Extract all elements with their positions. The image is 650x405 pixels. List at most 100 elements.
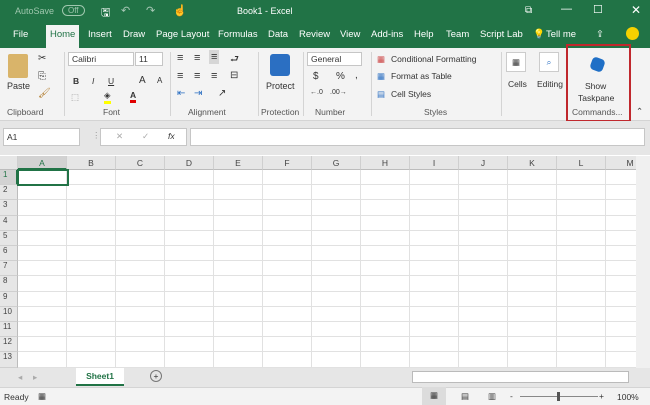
comma-button[interactable]: ,	[355, 70, 358, 81]
autosave-toggle[interactable]: Off	[62, 5, 85, 16]
decrease-indent-icon[interactable]: ⇤	[177, 88, 185, 99]
shrink-font-button[interactable]: A	[157, 76, 162, 85]
zoom-slider-thumb[interactable]	[557, 392, 560, 401]
minimize-button[interactable]: —	[561, 3, 572, 15]
row-header[interactable]: 4	[0, 215, 18, 231]
align-right-icon[interactable]: ≡	[211, 70, 217, 82]
tell-me-search[interactable]: Tell me	[546, 29, 576, 40]
cancel-icon[interactable]: ✕	[116, 131, 123, 142]
new-sheet-button[interactable]: +	[150, 370, 162, 382]
align-center-icon[interactable]: ≡	[194, 70, 200, 82]
wrap-text-icon[interactable]: ⮐	[230, 52, 239, 69]
merge-center-icon[interactable]: ⊟	[230, 70, 238, 81]
column-header[interactable]: E	[214, 156, 263, 170]
row-header[interactable]: 10	[0, 306, 18, 322]
bold-button[interactable]: B	[73, 76, 79, 86]
font-color-button[interactable]: A	[130, 90, 137, 103]
maximize-button[interactable]: ☐	[593, 3, 603, 16]
row-header[interactable]: 1	[0, 170, 18, 186]
row-header[interactable]: 5	[0, 230, 18, 246]
italic-button[interactable]: I	[92, 76, 94, 86]
redo-icon[interactable]: ↷	[146, 4, 155, 17]
tab-data[interactable]: Data	[268, 29, 288, 40]
copy-icon[interactable]: ⎘	[38, 71, 46, 82]
formula-input[interactable]	[190, 128, 645, 146]
tab-home[interactable]: Home	[46, 25, 80, 48]
column-header[interactable]: B	[67, 156, 116, 170]
touch-mode-icon[interactable]: ☝	[173, 4, 187, 17]
row-header[interactable]: 9	[0, 291, 18, 307]
show-taskpane-button-line2[interactable]: Taskpane	[578, 93, 614, 103]
horizontal-scrollbar[interactable]	[412, 371, 629, 383]
align-middle-icon[interactable]: ≡	[194, 52, 200, 64]
grow-font-button[interactable]: A	[139, 75, 146, 86]
tab-page-layout[interactable]: Page Layout	[156, 29, 209, 40]
column-header[interactable]: M	[606, 156, 636, 170]
next-sheet-icon[interactable]: ▸	[33, 372, 37, 383]
paste-button[interactable]: Paste	[7, 81, 30, 91]
column-header[interactable]: H	[361, 156, 410, 170]
zoom-level[interactable]: 100%	[617, 392, 639, 402]
active-cell-a1[interactable]	[17, 169, 69, 186]
currency-button[interactable]: $	[313, 71, 319, 82]
column-header[interactable]: J	[459, 156, 508, 170]
tab-script-lab[interactable]: Script Lab	[480, 29, 523, 40]
editing-button[interactable]: Editing	[537, 79, 563, 89]
zoom-in-button[interactable]: +	[599, 391, 604, 401]
row-header[interactable]: 6	[0, 246, 18, 262]
tab-view[interactable]: View	[340, 29, 360, 40]
format-as-table-button[interactable]: Format as Table	[391, 71, 452, 81]
insert-function-button[interactable]: fx	[168, 131, 175, 141]
zoom-out-button[interactable]: -	[510, 391, 513, 401]
tab-help[interactable]: Help	[414, 29, 434, 40]
column-header[interactable]: C	[116, 156, 165, 170]
borders-icon[interactable]: ⬚	[71, 92, 79, 103]
protect-icon[interactable]	[270, 54, 290, 76]
column-header[interactable]: F	[263, 156, 312, 170]
collapse-ribbon-icon[interactable]: ⌃	[636, 106, 643, 117]
tab-review[interactable]: Review	[299, 29, 330, 40]
page-layout-view-icon[interactable]: ▤	[461, 391, 469, 402]
prev-sheet-icon[interactable]: ◂	[18, 372, 22, 383]
increase-indent-icon[interactable]: ⇥	[194, 88, 202, 99]
row-header[interactable]: 13	[0, 352, 18, 368]
normal-view-icon[interactable]: ▦	[422, 387, 446, 405]
column-header[interactable]: K	[508, 156, 557, 170]
protect-button[interactable]: Protect	[266, 81, 295, 91]
percent-button[interactable]: %	[336, 71, 345, 82]
undo-icon[interactable]: ↶	[121, 4, 130, 17]
column-header[interactable]: L	[557, 156, 606, 170]
fill-color-icon[interactable]: ◈	[104, 90, 111, 104]
select-all-corner[interactable]	[0, 156, 18, 170]
paste-icon[interactable]	[8, 54, 28, 78]
tab-add-ins[interactable]: Add-ins	[371, 29, 403, 40]
cell-styles-button[interactable]: Cell Styles	[391, 89, 431, 99]
format-painter-icon[interactable]: 🖌	[38, 88, 51, 99]
vertical-scrollbar[interactable]	[636, 156, 650, 368]
conditional-formatting-button[interactable]: Conditional Formatting	[391, 54, 477, 64]
sheet-tab[interactable]: Sheet1	[76, 368, 124, 386]
increase-decimal-icon[interactable]: ←.0	[310, 89, 323, 96]
column-header[interactable]: I	[410, 156, 459, 170]
align-bottom-icon[interactable]: ≡	[209, 50, 220, 64]
enter-icon[interactable]: ✓	[142, 131, 149, 142]
tab-team[interactable]: Team	[446, 29, 469, 40]
column-header[interactable]: A	[18, 156, 67, 170]
align-top-icon[interactable]: ≡	[177, 52, 183, 64]
tab-formulas[interactable]: Formulas	[218, 29, 258, 40]
tab-insert[interactable]: Insert	[88, 29, 112, 40]
font-size-select[interactable]: 11	[135, 52, 163, 66]
worksheet-grid[interactable]: A B C D E F G H I J K L M 1 2 3 4 5 6 7 8 9 10 11 12 13	[0, 156, 636, 368]
tab-file[interactable]: File	[13, 29, 28, 40]
share-icon[interactable]: ⇪	[596, 29, 604, 40]
cut-icon[interactable]: ✂	[38, 53, 46, 64]
underline-button[interactable]: U	[108, 76, 114, 86]
align-left-icon[interactable]: ≡	[177, 70, 183, 82]
decrease-decimal-icon[interactable]: .00→	[330, 89, 347, 96]
row-header[interactable]: 12	[0, 337, 18, 353]
orientation-icon[interactable]: ↗	[218, 88, 226, 99]
ribbon-display-icon[interactable]: ⧉	[525, 5, 532, 16]
row-header[interactable]: 8	[0, 276, 18, 292]
save-icon[interactable]: 🖫	[101, 4, 110, 23]
row-header[interactable]: 3	[0, 200, 18, 216]
